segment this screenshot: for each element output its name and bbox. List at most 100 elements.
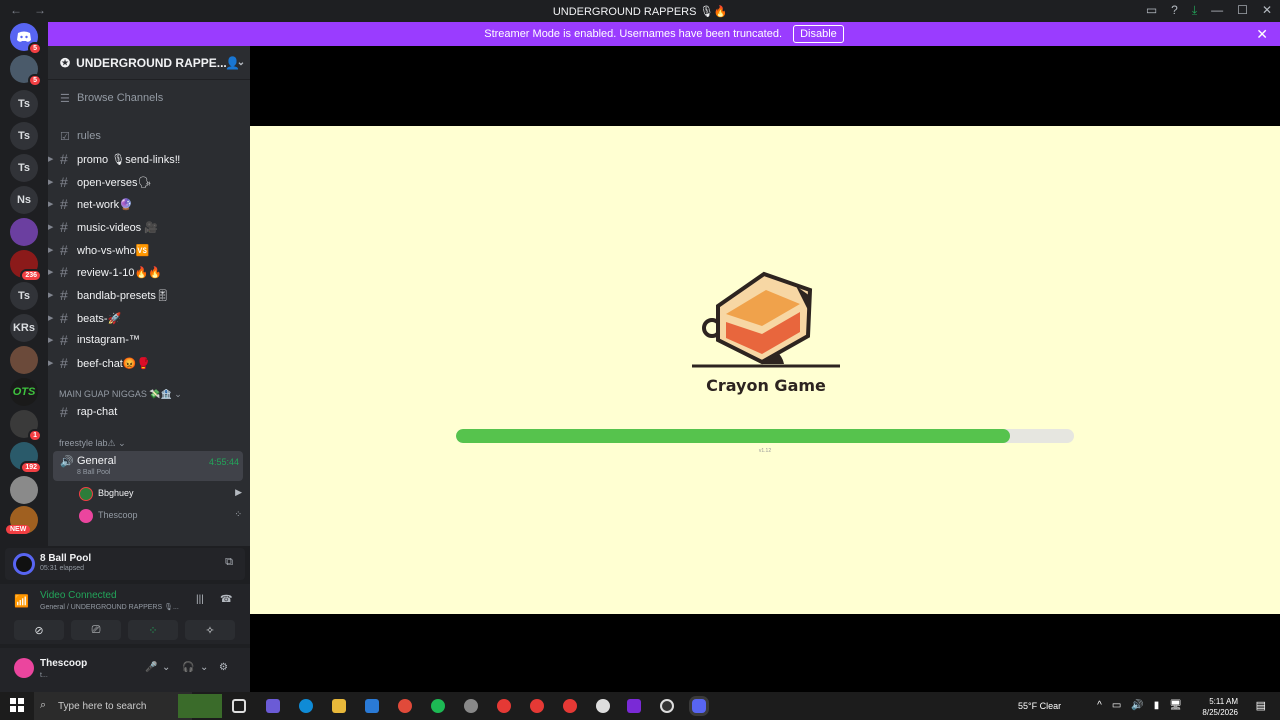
task-view-icon[interactable] bbox=[232, 699, 246, 713]
channel-item[interactable]: ▶ # net-work🔮 bbox=[48, 194, 250, 214]
server-icon[interactable]: Ts bbox=[10, 90, 38, 118]
disconnect-icon[interactable]: ☎ bbox=[220, 594, 232, 605]
voice-user-name: Thescoop bbox=[98, 510, 138, 520]
clock[interactable]: 5:11 AM 8/25/2026 bbox=[1202, 696, 1238, 718]
channel-rules[interactable]: ☑ rules bbox=[48, 126, 250, 146]
device-icon[interactable]: ▭ bbox=[1112, 700, 1121, 711]
caret-icon: ▶ bbox=[48, 269, 54, 276]
inbox-icon[interactable]: ▭ bbox=[1146, 3, 1157, 18]
channel-item[interactable]: ▶ # bandlab-presets🎚 bbox=[48, 285, 250, 305]
chevron-down-icon[interactable]: ⌄ bbox=[200, 662, 208, 673]
channel-item[interactable]: ▶ # promo 🎙send-links‼ bbox=[48, 149, 250, 169]
close-window-icon[interactable]: ✕ bbox=[1262, 3, 1272, 18]
server-icon[interactable]: Ns bbox=[10, 186, 38, 214]
channel-item[interactable]: ▶ # open-verses🗣 bbox=[48, 172, 250, 192]
youtube-icon[interactable] bbox=[530, 699, 544, 713]
download-icon[interactable]: ⤓ bbox=[1192, 3, 1197, 18]
server-icon[interactable]: 1 bbox=[10, 410, 42, 442]
server-icon[interactable]: Ts bbox=[10, 154, 38, 182]
copilot-icon[interactable] bbox=[266, 699, 280, 713]
user-name[interactable]: Thescoop bbox=[40, 658, 87, 669]
search-highlight-image[interactable] bbox=[178, 694, 222, 718]
app-icon[interactable] bbox=[464, 699, 478, 713]
taskbar-search[interactable]: ⌕ Type here to search bbox=[34, 692, 192, 720]
server-header[interactable]: ✪ UNDERGROUND RAPPE... ⌄ 👤 bbox=[48, 46, 250, 80]
server-icon[interactable]: 5 bbox=[10, 55, 42, 87]
chevron-up-icon[interactable]: ^ bbox=[1097, 700, 1102, 711]
minimize-icon[interactable]: — bbox=[1211, 3, 1223, 18]
close-icon[interactable]: ✕ bbox=[1256, 22, 1268, 46]
soundboard-button[interactable]: ✧ bbox=[185, 620, 235, 640]
discord-taskbar-icon[interactable] bbox=[692, 699, 706, 713]
server-icon[interactable]: 192 bbox=[10, 442, 42, 474]
activity-panel[interactable]: 8 Ball Pool 05:31 elapsed ⧉ bbox=[5, 548, 245, 580]
windows-start-icon[interactable] bbox=[10, 698, 24, 712]
channel-item[interactable]: ▶ # review-1-10🔥🔥 bbox=[48, 262, 250, 282]
channel-item[interactable]: ▶ # beef-chat😡🥊 bbox=[48, 353, 250, 373]
category-header[interactable]: freestyle lab⚠ ⌄ bbox=[59, 438, 126, 449]
edge-icon[interactable] bbox=[299, 699, 313, 713]
weather[interactable]: 55°F Clear bbox=[1018, 701, 1061, 711]
snapchat-icon[interactable] bbox=[596, 699, 610, 713]
taskbar: ⌕ Type here to search 55°F Clear ^ ▭ 🔊 ▮… bbox=[0, 692, 1280, 720]
caret-icon: ▶ bbox=[48, 337, 54, 344]
network-icon[interactable]: 🖥 bbox=[1169, 700, 1182, 711]
popout-icon[interactable]: ⧉ bbox=[225, 556, 233, 569]
outlook-icon[interactable] bbox=[365, 699, 379, 713]
server-icon[interactable]: 236 bbox=[10, 250, 42, 282]
camera-off-button[interactable]: ⊘ bbox=[14, 620, 64, 640]
caret-icon: ▶ bbox=[48, 315, 54, 322]
clock-date: 8/25/2026 bbox=[1202, 708, 1238, 717]
category-header[interactable]: MAIN GUAP NIGGAS 💸🏦 ⌄ bbox=[59, 389, 182, 400]
connection-status[interactable]: Video Connected bbox=[40, 590, 117, 601]
youtube-icon[interactable] bbox=[497, 699, 511, 713]
gear-icon[interactable]: ⚙ bbox=[219, 662, 228, 673]
new-badge: NEW bbox=[6, 525, 31, 534]
badge: 5 bbox=[28, 42, 42, 55]
server-icon[interactable] bbox=[10, 476, 38, 504]
help-icon[interactable]: ? bbox=[1171, 3, 1178, 18]
chevron-down-icon[interactable]: ⌄ bbox=[162, 662, 170, 673]
volume-icon[interactable]: 🔊 bbox=[1131, 700, 1143, 711]
signal-icon[interactable]: 📶 bbox=[14, 594, 29, 608]
badge: 1 bbox=[28, 429, 42, 442]
hash-icon: # bbox=[60, 287, 68, 303]
browse-channels[interactable]: ☰ Browse Channels bbox=[48, 88, 250, 108]
voice-user[interactable]: Bbghuey ▶ bbox=[76, 484, 246, 504]
file-explorer-icon[interactable] bbox=[332, 699, 346, 713]
server-icon[interactable]: Ts bbox=[10, 122, 38, 150]
channel-item[interactable]: # rap-chat bbox=[48, 402, 250, 422]
notification-icon[interactable]: ▤ bbox=[1256, 699, 1266, 712]
server-icon[interactable]: OTS bbox=[10, 378, 38, 406]
server-emblem-icon: ✪ bbox=[60, 55, 71, 70]
search-placeholder: Type here to search bbox=[58, 701, 147, 712]
server-icon[interactable]: Ts bbox=[10, 282, 38, 310]
voice-channel-general[interactable]: 🔊 General 8 Ball Pool 4:55:44 bbox=[53, 451, 243, 481]
youtube-icon[interactable] bbox=[563, 699, 577, 713]
discord-home-icon[interactable]: 5 bbox=[10, 23, 42, 55]
avatar[interactable] bbox=[14, 658, 34, 678]
server-icon[interactable] bbox=[10, 218, 38, 246]
maximize-icon[interactable]: ☐ bbox=[1237, 3, 1248, 18]
microphone-icon[interactable]: 🎤 bbox=[145, 662, 157, 673]
server-icon[interactable] bbox=[10, 346, 38, 374]
app-icon[interactable] bbox=[627, 699, 641, 713]
disable-button[interactable]: Disable bbox=[793, 25, 844, 43]
chrome-icon[interactable] bbox=[398, 699, 412, 713]
caret-icon: ▶ bbox=[48, 179, 54, 186]
battery-icon[interactable]: ▮ bbox=[1154, 700, 1160, 711]
server-icon[interactable]: KRs bbox=[10, 314, 38, 342]
noise-suppression-icon[interactable]: ||| bbox=[196, 594, 204, 605]
channel-item[interactable]: ▶ # who-vs-who🆚 bbox=[48, 240, 250, 260]
add-user-icon[interactable]: 👤 bbox=[225, 56, 240, 70]
channel-item[interactable]: ▶ # instagram-™ bbox=[48, 330, 250, 350]
screen-share-button[interactable]: ⎚ bbox=[71, 620, 121, 640]
headphones-icon[interactable]: 🎧 bbox=[182, 662, 194, 673]
channel-item[interactable]: ▶ # beats-🚀 bbox=[48, 308, 250, 328]
spotify-icon[interactable] bbox=[431, 699, 445, 713]
app-icon[interactable] bbox=[660, 699, 674, 713]
channel-label: net-work🔮 bbox=[77, 198, 133, 211]
activity-button[interactable]: ⁘ bbox=[128, 620, 178, 640]
channel-item[interactable]: ▶ # music-videos 🎥 bbox=[48, 217, 250, 237]
voice-user[interactable]: Thescoop ⁘ bbox=[76, 506, 246, 526]
